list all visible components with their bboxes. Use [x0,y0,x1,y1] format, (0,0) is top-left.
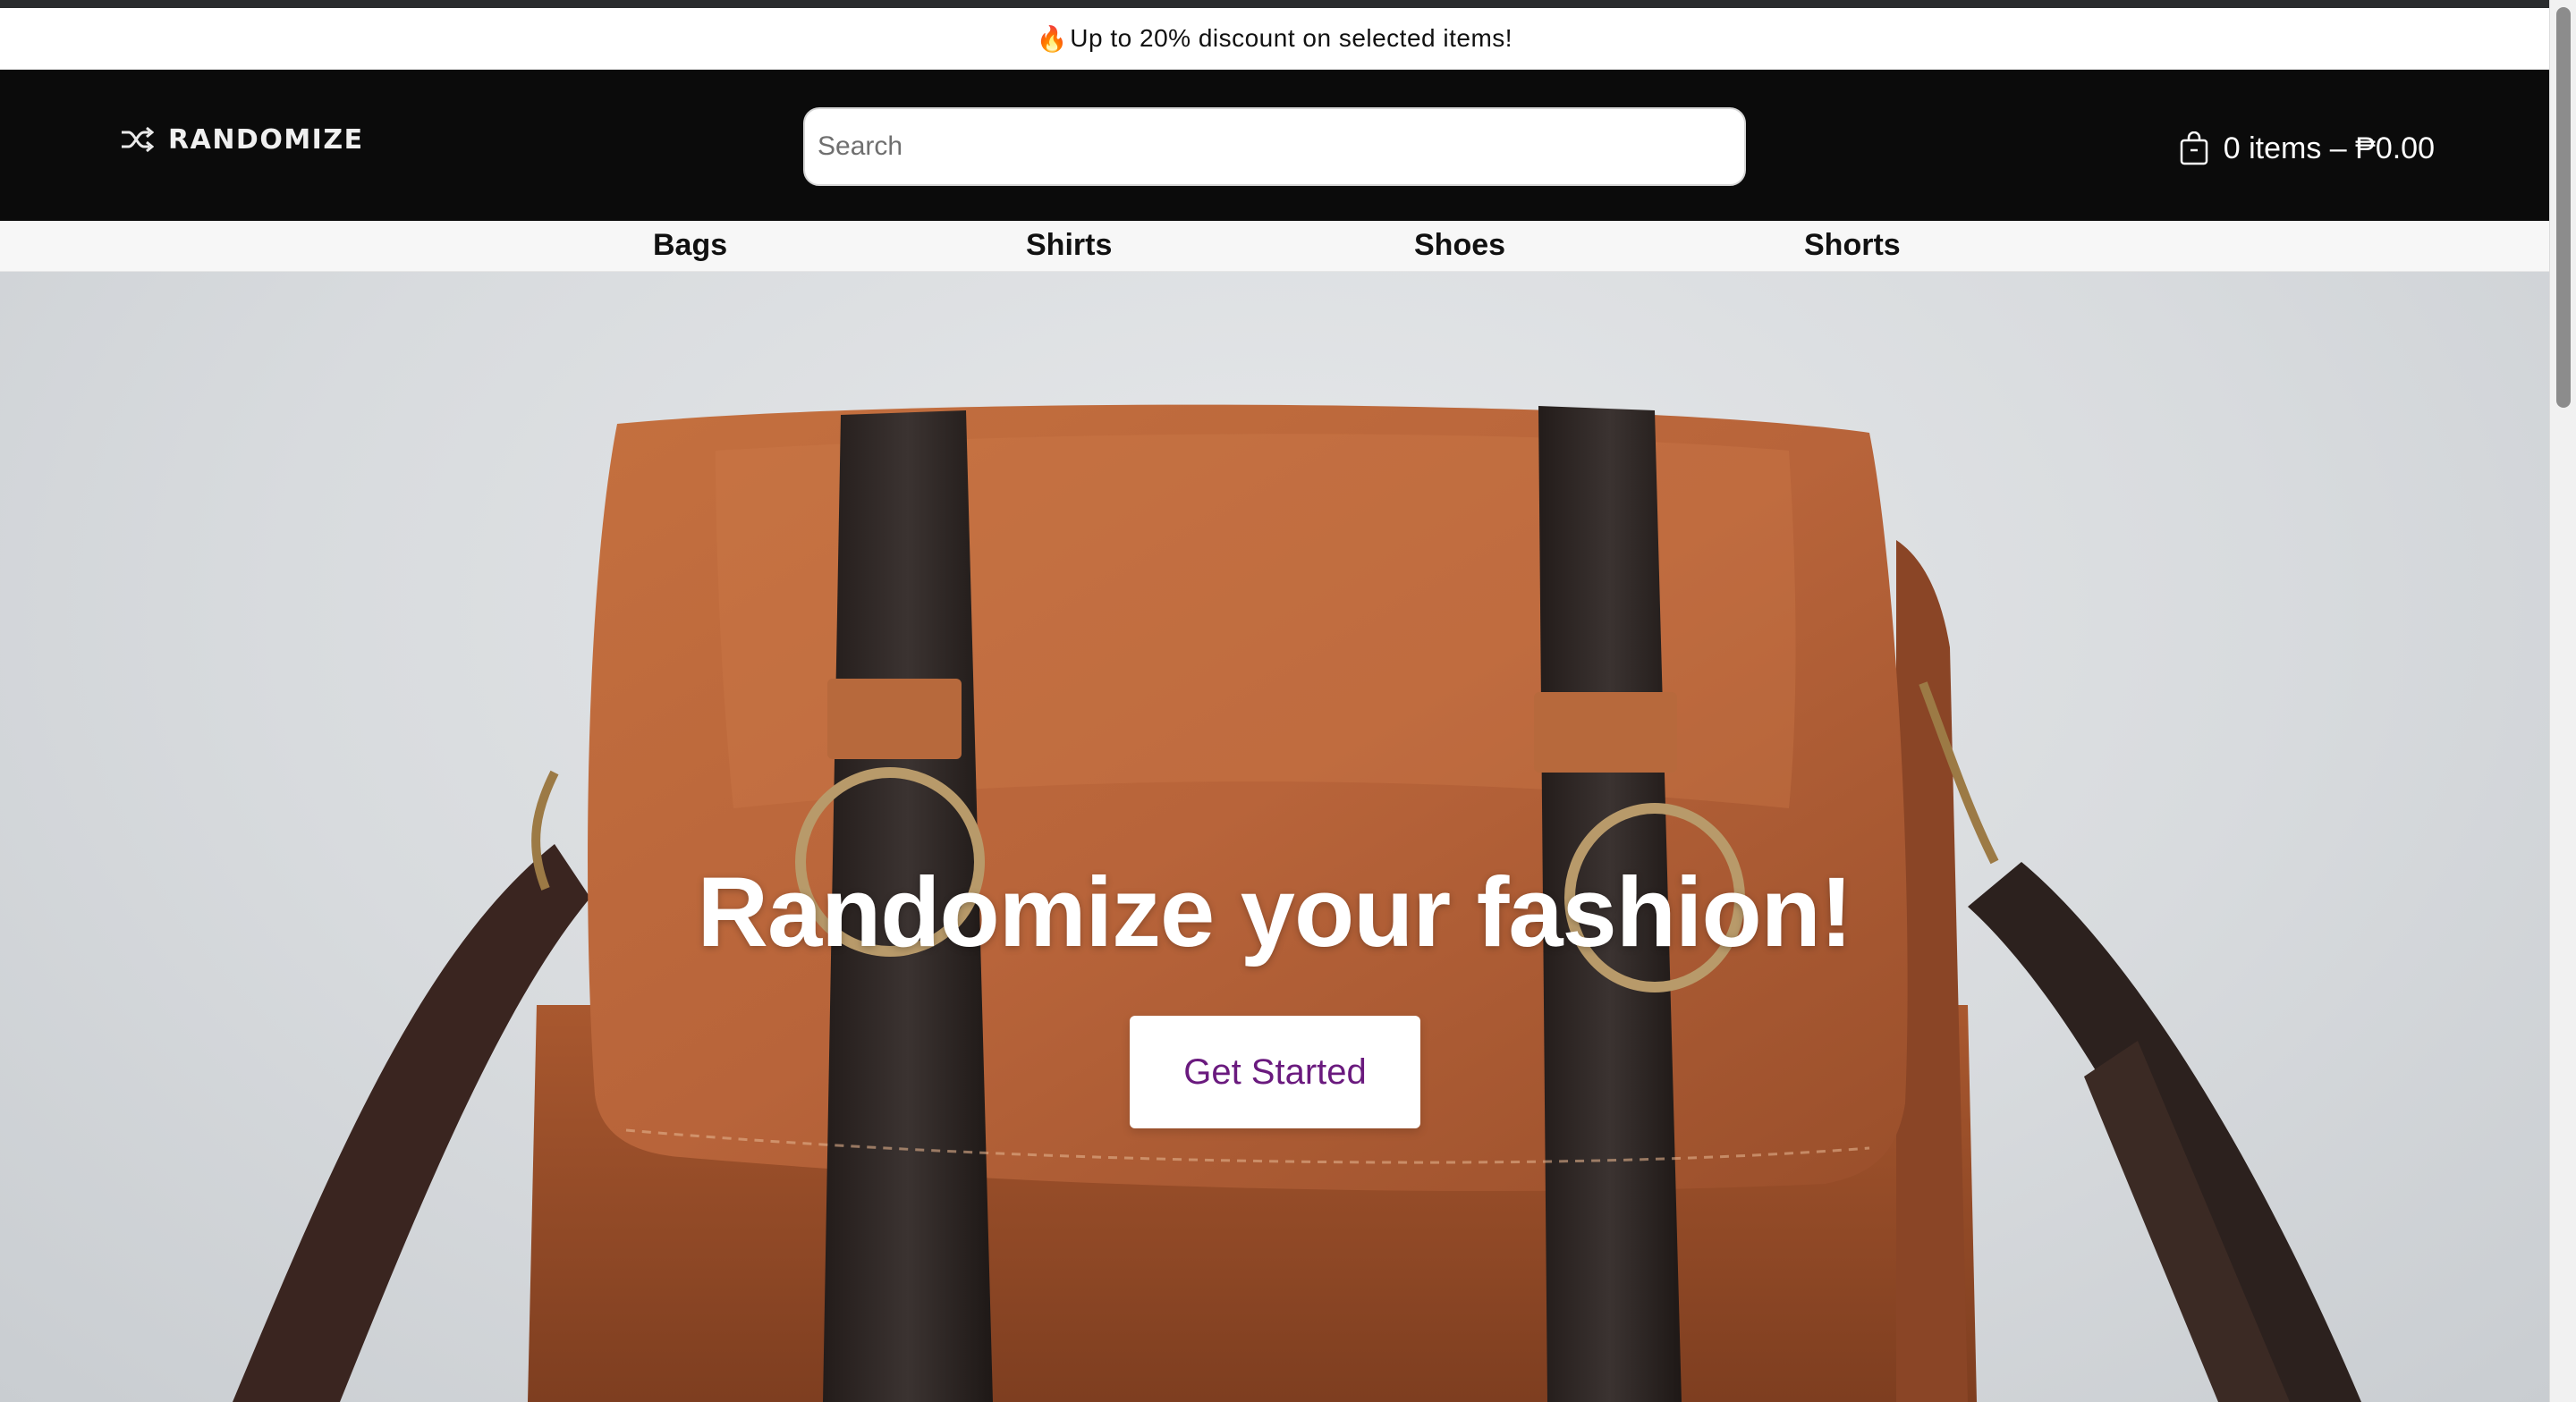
site-header: RANDOMIZE 0 items – ₱0.00 [0,70,2549,221]
nav-item-shorts[interactable]: Shorts [1804,228,1901,263]
hero-bag-image [233,404,2361,1402]
category-nav: Bags Shirts Shoes Shorts [0,221,2549,272]
site-logo[interactable]: RANDOMIZE [120,120,364,159]
cart-summary: 0 items – ₱0.00 [2223,131,2435,165]
nav-item-shirts[interactable]: Shirts [1026,228,1112,263]
scrollbar-thumb[interactable] [2556,7,2571,408]
nav-item-shoes[interactable]: Shoes [1414,228,1505,263]
page: 🔥 Up to 20% discount on selected items! … [0,0,2576,1402]
logo-text: RANDOMIZE [168,123,364,156]
nav-item-bags[interactable]: Bags [653,228,727,263]
fire-icon: 🔥 [1036,24,1069,53]
hero-title: Randomize your fashion! [697,857,1853,967]
cart-button[interactable]: 0 items – ₱0.00 [2179,129,2435,168]
shopping-bag-icon [2180,131,2207,165]
promo-bar: 🔥 Up to 20% discount on selected items! [0,8,2549,70]
search-input[interactable] [803,107,1746,186]
get-started-button[interactable]: Get Started [1130,1016,1420,1128]
hero-banner: Randomize your fashion! Get Started [0,272,2549,1402]
vertical-scrollbar[interactable] [2549,0,2576,1402]
window-top-edge [0,0,2549,8]
promo-text: Up to 20% discount on selected items! [1070,24,1513,52]
shuffle-icon [122,126,154,153]
